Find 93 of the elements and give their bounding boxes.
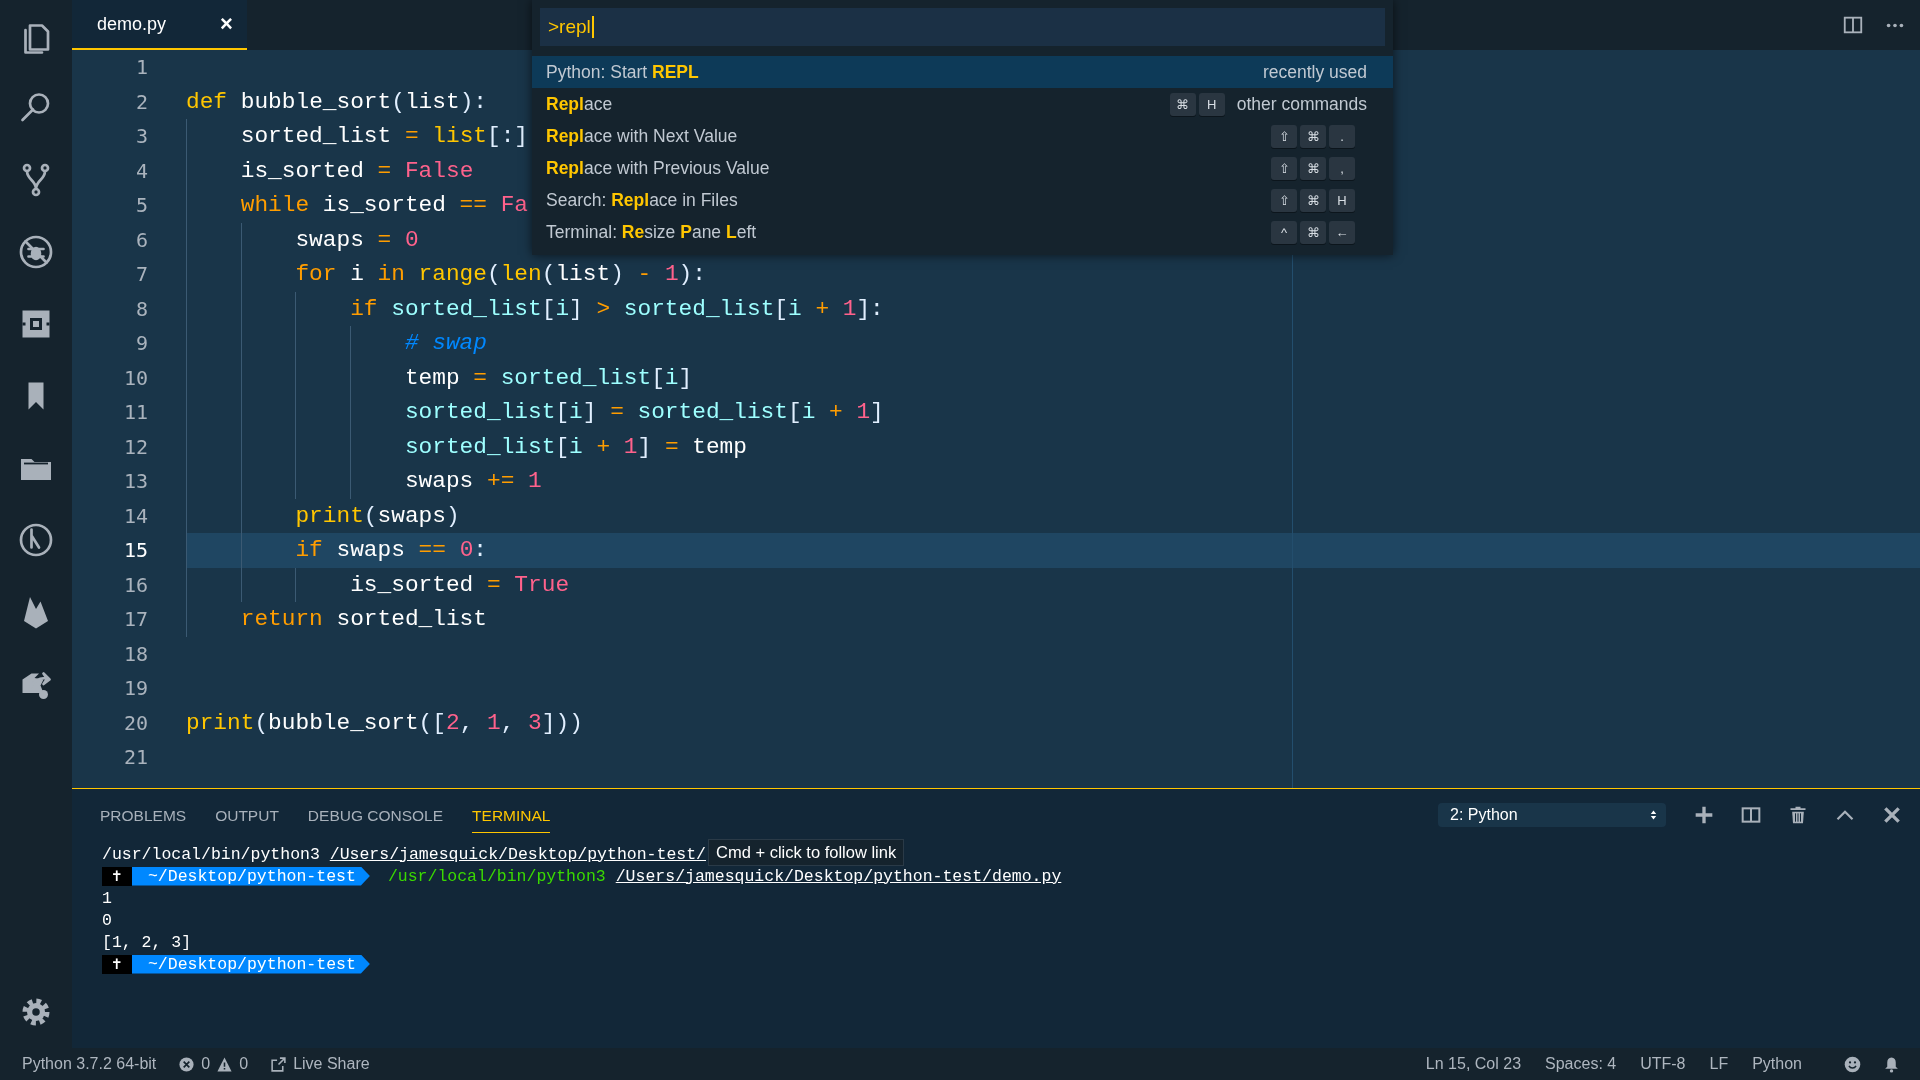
command-item[interactable]: Replace with Previous Value ⇧ ⌘ ,	[532, 152, 1393, 184]
status-item[interactable]: Ln 15, Col 23	[1425, 1055, 1522, 1073]
editor-tab[interactable]: demo.py ×	[72, 0, 247, 50]
line-number: 7	[134, 262, 148, 287]
prompt-path: ~/Desktop/python-test	[131, 866, 370, 886]
line-number: 4	[134, 158, 148, 183]
smiley-icon[interactable]	[1844, 1055, 1861, 1073]
branch-circle-icon[interactable]	[18, 522, 54, 558]
keycap: ←	[1329, 220, 1355, 244]
code-line: print(bubble_sort([2, 1, 3]))	[186, 708, 583, 738]
command-text: /usr/local/bin/python3	[387, 866, 606, 886]
split-editor-icon[interactable]	[1842, 14, 1864, 36]
command-item[interactable]: Terminal: Resize Pane Left ^ ⌘ ←	[532, 216, 1393, 248]
line-number: 6	[134, 227, 148, 252]
terminal-text: 1	[102, 888, 112, 908]
keycap: ^	[1271, 220, 1297, 244]
line-number: 18	[122, 641, 148, 666]
command-label: Replace with Previous Value	[546, 157, 771, 179]
command-detail: recently used	[1262, 61, 1367, 83]
split-terminal-icon[interactable]	[1741, 805, 1761, 825]
panel-tab[interactable]: TERMINAL	[472, 797, 551, 833]
path-link[interactable]: /Users/jamesquick/Desktop/python-test/	[329, 844, 706, 864]
command-label: Replace with Next Value	[546, 125, 739, 147]
line-number: 3	[134, 124, 148, 149]
line-number: 17	[122, 607, 148, 632]
panel-tab[interactable]: OUTPUT	[215, 797, 279, 833]
line-number: 14	[122, 503, 148, 528]
no-bug-icon[interactable]	[18, 234, 54, 270]
keycap: .	[1329, 124, 1355, 148]
keycap: ⇧	[1271, 188, 1297, 212]
line-number: 9	[134, 331, 148, 356]
keycap: H	[1198, 92, 1225, 116]
keycap: H	[1329, 188, 1355, 212]
command-item[interactable]: Replace with Next Value ⇧ ⌘ .	[532, 120, 1393, 152]
status-item[interactable]: Python	[1752, 1055, 1802, 1073]
panel-tab[interactable]: DEBUG CONSOLE	[307, 797, 444, 833]
line-number: 1	[134, 55, 148, 80]
line-number: 16	[122, 572, 148, 597]
line-number: 10	[122, 365, 148, 390]
keycap: ⌘	[1300, 156, 1326, 180]
warning-count[interactable]: 0	[239, 1055, 249, 1073]
status-item[interactable]: Spaces: 4	[1545, 1055, 1617, 1073]
command-label: Terminal: Resize Pane Left	[546, 221, 758, 243]
stepper-icon	[1649, 809, 1658, 821]
status-item[interactable]: UTF-8	[1640, 1055, 1686, 1073]
plus-icon[interactable]	[1694, 805, 1714, 825]
command-label: Python: Start REPL	[546, 61, 700, 83]
bell-icon[interactable]	[1883, 1055, 1900, 1073]
prompt-symbol: ✝	[102, 954, 132, 974]
close-icon[interactable]	[1882, 805, 1902, 825]
code-line: def bubble_sort(list):	[186, 87, 487, 117]
line-number: 8	[134, 296, 148, 321]
path-link[interactable]: /Users/jamesquick/Desktop/python-test/demo.py	[615, 866, 1062, 886]
keycap: ⇧	[1271, 124, 1297, 148]
keycap: ⌘	[1300, 220, 1326, 244]
error-count[interactable]: 0	[201, 1055, 211, 1073]
error-icon[interactable]	[178, 1055, 196, 1073]
tooltip: Cmd + click to follow link	[708, 839, 905, 866]
command-item[interactable]: Search: Replace in Files ⇧ ⌘ H	[532, 184, 1393, 216]
keycap: ,	[1329, 156, 1355, 180]
external-link-icon[interactable]	[270, 1055, 288, 1073]
panel-tab[interactable]: PROBLEMS	[100, 797, 187, 833]
terminal-text: 0	[102, 910, 112, 930]
command-detail: other commands	[1236, 93, 1367, 115]
prompt-symbol: ✝	[102, 866, 132, 886]
line-number: 11	[122, 400, 148, 425]
line-number: 5	[134, 193, 148, 218]
line-number: 20	[122, 710, 148, 735]
line-number: 19	[122, 676, 148, 701]
command-item[interactable]: Python: Start REPL recently used	[532, 56, 1393, 88]
line-number: 12	[122, 434, 148, 459]
line-number: 13	[122, 469, 148, 494]
command-input[interactable]: >repl	[540, 8, 1385, 46]
terminal-dropdown[interactable]: 2: Python	[1438, 803, 1666, 827]
prompt-path: ~/Desktop/python-test	[131, 954, 370, 974]
warning-icon[interactable]	[216, 1055, 234, 1073]
command-label: Replace	[546, 93, 614, 115]
live-share-label[interactable]: Live Share	[293, 1055, 370, 1073]
close-button[interactable]: ×	[220, 11, 233, 37]
keycap: ⇧	[1271, 156, 1297, 180]
interpreter-label[interactable]: Python 3.7.2 64-bit	[22, 1055, 157, 1073]
terminal-text: [1, 2, 3]	[102, 932, 192, 952]
line-number: 15	[122, 538, 148, 563]
command-item[interactable]: Replace ⌘ H other commands	[532, 88, 1393, 120]
keycap: ⌘	[1169, 92, 1196, 116]
trash-icon[interactable]	[1788, 805, 1808, 825]
status-item[interactable]: LF	[1709, 1055, 1729, 1073]
keycap: ⌘	[1300, 188, 1326, 212]
keycap: ⌘	[1300, 124, 1326, 148]
line-number: 21	[122, 745, 148, 770]
line-number: 2	[134, 89, 148, 114]
terminal-text: /usr/local/bin/python3	[102, 844, 321, 864]
command-label: Search: Replace in Files	[546, 189, 739, 211]
